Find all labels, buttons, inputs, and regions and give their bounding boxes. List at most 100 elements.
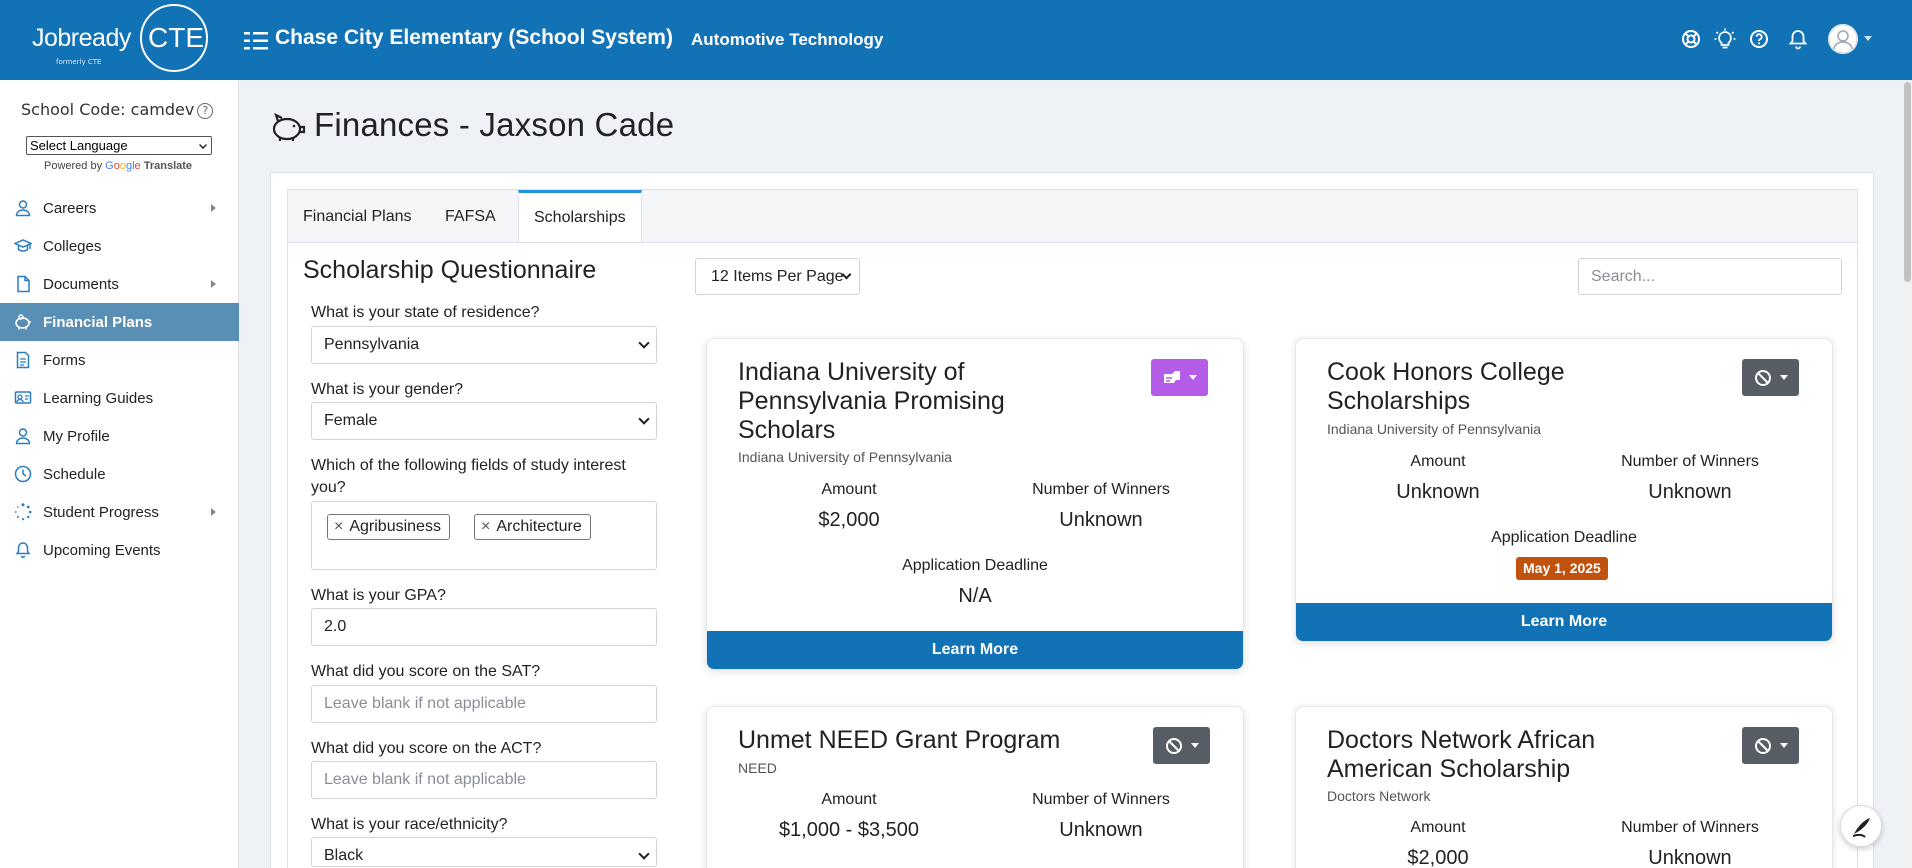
learn-more-button[interactable]: Learn More	[1296, 603, 1832, 641]
menu-toggle-icon[interactable]	[244, 30, 268, 52]
sidebar-item-schedule[interactable]: Schedule	[0, 455, 239, 493]
search-input[interactable]: Search...	[1578, 258, 1842, 295]
sidebar-item-my-profile[interactable]: My Profile	[0, 417, 239, 455]
sidebar-item-label: Colleges	[43, 237, 102, 255]
sidebar-item-label: Forms	[43, 351, 86, 369]
sidebar-item-label: Learning Guides	[43, 389, 154, 407]
person-icon	[15, 200, 31, 217]
tabs-bar: Financial Plans FAFSA Scholarships	[287, 189, 1858, 244]
powered-by-text: Powered by	[44, 160, 103, 172]
scholarship-action-button[interactable]	[1742, 727, 1799, 764]
logo-wordmark: Jobready	[32, 24, 131, 52]
form-icon	[16, 351, 30, 369]
translate-link[interactable]: Translate	[144, 160, 192, 172]
scholarship-organization: Indiana University of Pennsylvania	[1327, 421, 1542, 437]
scholarship-card: Doctors Network African American Scholar…	[1295, 706, 1833, 868]
sidebar-item-documents[interactable]: Documents	[0, 265, 239, 303]
amount-value: Unknown	[1396, 481, 1480, 503]
deadline-badge: May 1, 2025	[1516, 557, 1608, 580]
sidebar-item-forms[interactable]: Forms	[0, 341, 239, 379]
sidebar-item-financial-plans[interactable]: Financial Plans	[0, 303, 239, 341]
remove-chip-icon[interactable]: ×	[481, 518, 490, 535]
gender-select[interactable]: Female	[311, 402, 657, 440]
amount-label: Amount	[1410, 819, 1466, 836]
tab-scholarships[interactable]: Scholarships	[518, 190, 642, 244]
google-letter: G	[105, 160, 114, 172]
winners-label: Number of Winners	[1032, 791, 1170, 808]
remove-chip-icon[interactable]: ×	[334, 518, 343, 535]
sidebar-item-upcoming-events[interactable]: Upcoming Events	[0, 531, 239, 569]
gender-label: What is your gender?	[311, 381, 464, 398]
scholarship-title: Unmet NEED Grant Program	[738, 726, 1061, 754]
guide-icon	[14, 391, 32, 404]
sat-input[interactable]: Leave blank if not applicable	[311, 685, 657, 723]
user-avatar-icon[interactable]	[1828, 24, 1858, 54]
chevron-down-icon	[638, 413, 650, 425]
caret-down-icon	[1780, 375, 1788, 380]
scholarship-card: Unmet NEED Grant Program NEED Amount $1,…	[706, 706, 1244, 868]
scrollbar-thumb[interactable]	[1904, 82, 1911, 282]
fields-of-study-label: Which of the following fields of study i…	[311, 457, 626, 496]
google-letter: e	[134, 160, 141, 172]
chevron-right-icon	[211, 280, 216, 288]
sidebar-item-learning-guides[interactable]: Learning Guides	[0, 379, 239, 417]
tab-fafsa[interactable]: FAFSA	[430, 190, 511, 243]
items-per-page-value: 12 Items Per Page	[711, 268, 844, 285]
act-input[interactable]: Leave blank if not applicable	[311, 761, 657, 799]
page-scrollbar[interactable]	[1903, 80, 1912, 868]
fields-of-study-multiselect[interactable]: × Agribusiness × Architecture	[311, 501, 657, 570]
caret-down-icon	[1780, 743, 1788, 748]
amount-value: $2,000	[818, 509, 880, 531]
language-select[interactable]: Select Language	[26, 136, 212, 155]
scholarship-action-button[interactable]	[1742, 359, 1799, 396]
state-label: What is your state of residence?	[311, 304, 540, 321]
chip-architecture[interactable]: × Architecture	[474, 514, 591, 540]
caret-down-icon	[1191, 743, 1199, 748]
winners-value: Unknown	[1059, 819, 1143, 841]
act-label: What did you score on the ACT?	[311, 740, 542, 757]
user-menu-caret-icon[interactable]	[1864, 36, 1872, 41]
gpa-input[interactable]: 2.0	[311, 608, 657, 646]
sidebar-item-colleges[interactable]: Colleges	[0, 227, 239, 265]
sidebar-item-label: Financial Plans	[43, 313, 153, 331]
scholarship-organization: Doctors Network	[1327, 788, 1431, 804]
floating-assistant-button[interactable]	[1840, 805, 1882, 847]
chevron-down-icon	[638, 337, 650, 349]
sat-label: What did you score on the SAT?	[311, 663, 541, 680]
sidebar-item-label: My Profile	[43, 427, 110, 445]
help-icon[interactable]	[1748, 28, 1770, 50]
tab-financial-plans[interactable]: Financial Plans	[288, 190, 427, 243]
document-icon	[17, 275, 30, 293]
lifebuoy-icon[interactable]	[1680, 28, 1702, 50]
bell-icon[interactable]	[1787, 28, 1809, 50]
race-select[interactable]: Black	[311, 837, 657, 867]
learn-more-button[interactable]: Learn More	[707, 631, 1243, 669]
scholarship-action-button[interactable]	[1153, 727, 1210, 764]
ban-icon	[1755, 738, 1771, 754]
organization-title[interactable]: Chase City Elementary (School System)	[275, 26, 673, 50]
sidebar-item-label: Documents	[43, 275, 119, 293]
sidebar-item-careers[interactable]: Careers	[0, 189, 239, 227]
items-per-page-select[interactable]: 12 Items Per Page	[695, 258, 860, 295]
lightbulb-icon[interactable]	[1714, 28, 1736, 50]
google-translate-attribution: Powered by Google Translate	[44, 160, 192, 172]
scholarship-card: Indiana University of Pennsylvania Promi…	[706, 338, 1244, 670]
deadline-label: Application Deadline	[1491, 529, 1637, 546]
sidebar-item-student-progress[interactable]: Student Progress	[0, 493, 239, 531]
caret-down-icon	[1189, 375, 1197, 380]
deadline-label: Application Deadline	[902, 557, 1048, 574]
google-logo: Google	[105, 160, 141, 172]
state-select[interactable]: Pennsylvania	[311, 326, 657, 364]
chip-label: Agribusiness	[349, 518, 441, 535]
chip-agribusiness[interactable]: × Agribusiness	[327, 514, 450, 540]
school-code-text: School Code: camdev	[21, 100, 195, 119]
graduation-cap-icon	[14, 239, 32, 252]
scholarship-action-button[interactable]	[1151, 359, 1208, 396]
school-code-help-icon[interactable]: ?	[197, 103, 214, 119]
state-select-value: Pennsylvania	[324, 336, 420, 353]
jobready-cte-logo[interactable]: Jobready CTE formerly CTE	[30, 4, 210, 76]
program-title[interactable]: Automotive Technology	[691, 30, 883, 50]
amount-value: $1,000 - $3,500	[778, 819, 920, 841]
amount-label: Amount	[821, 481, 877, 498]
clock-icon	[14, 465, 32, 483]
